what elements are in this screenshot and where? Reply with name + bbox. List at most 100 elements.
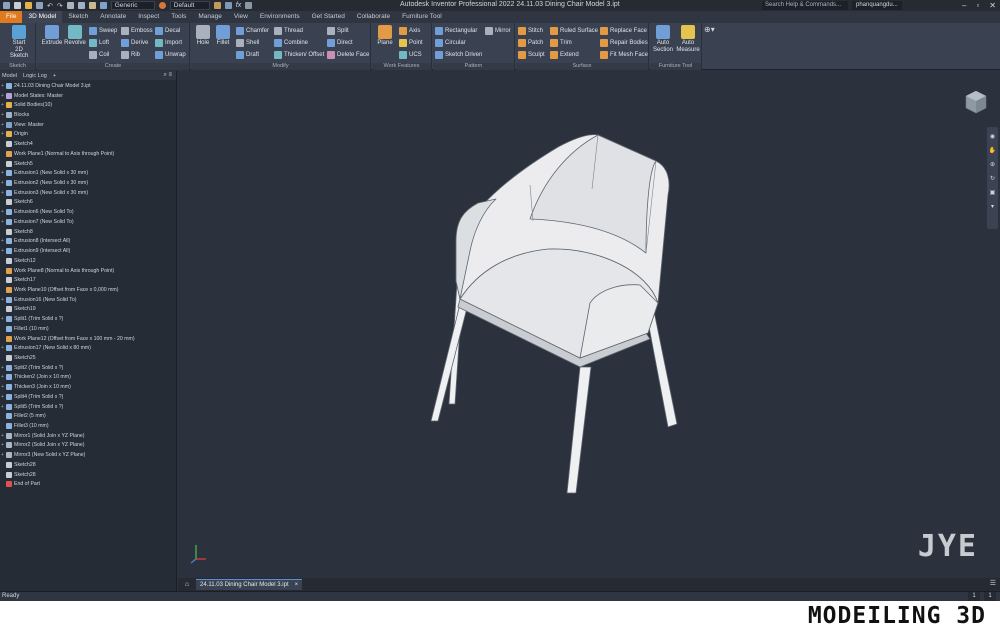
tree-expand-icon[interactable]: + bbox=[0, 297, 5, 303]
fx-parameters-icon[interactable]: fx bbox=[236, 2, 241, 9]
user-account-menu[interactable]: phanquangdu... bbox=[852, 1, 902, 10]
tab-environments[interactable]: Environments bbox=[254, 11, 306, 23]
new-file-icon[interactable] bbox=[14, 2, 21, 9]
zoom-icon[interactable]: ⊕ bbox=[990, 161, 995, 168]
ribbon-extra-dropdown-icon[interactable]: ⊕▾ bbox=[704, 25, 715, 34]
sweep-button[interactable]: Sweep bbox=[89, 25, 117, 36]
tree-expand-icon[interactable]: + bbox=[0, 452, 5, 458]
plane-button[interactable]: Plane bbox=[373, 25, 397, 47]
tree-node[interactable]: + Extrusion16 (New Solid To) bbox=[0, 295, 176, 305]
pan-icon[interactable]: ✋ bbox=[989, 147, 996, 154]
tab-furniture-tool[interactable]: Furniture Tool bbox=[396, 11, 448, 23]
tab-file[interactable]: File bbox=[0, 11, 23, 23]
auto-measure-button[interactable]: Auto Measure bbox=[676, 25, 700, 53]
tree-node[interactable]: Sketch17 bbox=[0, 275, 176, 285]
tree-node[interactable]: + Mirror1 (Solid Join x YZ Plane) bbox=[0, 431, 176, 441]
update-icon[interactable] bbox=[77, 2, 85, 9]
tree-node[interactable]: Sketch19 bbox=[0, 305, 176, 315]
tree-node[interactable]: Fillet2 (5 mm) bbox=[0, 411, 176, 421]
tree-node[interactable]: + Extrusion1 (New Solid x 30 mm) bbox=[0, 168, 176, 178]
tab-get-started[interactable]: Get Started bbox=[306, 11, 351, 23]
decal-button[interactable]: Decal bbox=[155, 25, 180, 36]
undo-icon[interactable]: ↶ bbox=[47, 2, 53, 10]
tree-expand-icon[interactable]: + bbox=[0, 112, 5, 118]
tree-expand-icon[interactable]: + bbox=[0, 248, 5, 254]
start-2d-sketch-button[interactable]: Start 2D Sketch bbox=[6, 25, 32, 60]
revolve-button[interactable]: Revolve bbox=[63, 25, 87, 47]
document-tab-close-icon[interactable]: × bbox=[295, 580, 299, 590]
circular-pattern-button[interactable]: Circular bbox=[435, 37, 466, 48]
tree-node[interactable]: Fillet3 (10 mm) bbox=[0, 421, 176, 431]
tree-node[interactable]: Sketch12 bbox=[0, 256, 176, 266]
browser-search-icon[interactable]: ⌕ ≡ bbox=[163, 72, 172, 79]
tree-expand-icon[interactable]: + bbox=[0, 102, 5, 108]
graphics-viewport[interactable]: ◉ ✋ ⊕ ↻ ▣ ▾ JYE bbox=[178, 71, 1000, 578]
close-icon[interactable]: ✕ bbox=[989, 1, 996, 10]
clear-appearance-icon[interactable] bbox=[213, 2, 221, 9]
repair-bodies-button[interactable]: Repair Bodies bbox=[600, 37, 648, 48]
tab-inspect[interactable]: Inspect bbox=[132, 11, 165, 23]
tree-node[interactable]: + Extrusion3 (New Solid x 30 mm) bbox=[0, 188, 176, 198]
browser-add-tab-icon[interactable]: + bbox=[53, 73, 56, 79]
tree-node[interactable]: + Model States: Master bbox=[0, 91, 176, 101]
tree-expand-icon[interactable]: + bbox=[0, 93, 5, 99]
tree-expand-icon[interactable]: + bbox=[0, 219, 5, 225]
draft-button[interactable]: Draft bbox=[236, 49, 259, 60]
tree-node[interactable]: + View: Master bbox=[0, 120, 176, 130]
tree-node[interactable]: Work Plane8 (Normal to Axis through Poin… bbox=[0, 266, 176, 276]
tree-expand-icon[interactable]: + bbox=[0, 404, 5, 410]
tree-node[interactable]: Sketch28 bbox=[0, 470, 176, 480]
tree-expand-icon[interactable]: + bbox=[0, 345, 5, 351]
unwrap-button[interactable]: Unwrap bbox=[155, 49, 186, 60]
replace-face-button[interactable]: Replace Face bbox=[600, 25, 647, 36]
tab-view[interactable]: View bbox=[228, 11, 254, 23]
tree-node[interactable]: + Extrusion6 (New Solid To) bbox=[0, 207, 176, 217]
tree-node[interactable]: + Thicken3 (Join x 10 mm) bbox=[0, 382, 176, 392]
rectangular-pattern-button[interactable]: Rectangular bbox=[435, 25, 477, 36]
material-dropdown[interactable]: Default bbox=[169, 1, 210, 10]
tree-node[interactable]: Sketch25 bbox=[0, 353, 176, 363]
tree-expand-icon[interactable]: + bbox=[0, 384, 5, 390]
axis-button[interactable]: Axis bbox=[399, 25, 420, 36]
tab-3d-model[interactable]: 3D Model bbox=[22, 11, 63, 23]
tree-node[interactable]: + Extrusion2 (New Solid x 30 mm) bbox=[0, 178, 176, 188]
select-icon[interactable] bbox=[66, 2, 74, 9]
fillet-button[interactable]: Fillet bbox=[211, 25, 235, 47]
tree-node[interactable]: + Extrusion17 (New Solid x 80 mm) bbox=[0, 343, 176, 353]
document-tab[interactable]: 24.11.03 Dining Chair Model 3.ipt × bbox=[196, 579, 303, 590]
tree-node[interactable]: + Thicken2 (Join x 10 mm) bbox=[0, 373, 176, 383]
tree-node[interactable]: + Split5 (Trim Solid x ?) bbox=[0, 402, 176, 412]
tree-node[interactable]: + Extrusion9 (Intersect All) bbox=[0, 246, 176, 256]
derive-button[interactable]: Derive bbox=[121, 37, 148, 48]
tree-expand-icon[interactable]: + bbox=[0, 394, 5, 400]
measure-icon[interactable] bbox=[88, 2, 96, 9]
full-navigation-wheel-icon[interactable]: ◉ bbox=[990, 133, 995, 140]
navbar-menu-icon[interactable]: ▾ bbox=[991, 203, 994, 210]
tree-expand-icon[interactable]: + bbox=[0, 190, 5, 196]
tree-node[interactable]: Sketch5 bbox=[0, 159, 176, 169]
tree-node[interactable]: Sketch6 bbox=[0, 198, 176, 208]
emboss-button[interactable]: Emboss bbox=[121, 25, 153, 36]
tree-node[interactable]: + Origin bbox=[0, 130, 176, 140]
tree-node[interactable]: Fillet1 (10 mm) bbox=[0, 324, 176, 334]
move-icon[interactable] bbox=[245, 2, 253, 9]
open-folder-icon[interactable] bbox=[25, 2, 32, 9]
tree-expand-icon[interactable]: + bbox=[0, 209, 5, 215]
tree-node[interactable]: End of Part bbox=[0, 479, 176, 489]
tree-expand-icon[interactable]: + bbox=[0, 238, 5, 244]
project-icon[interactable] bbox=[99, 2, 107, 9]
browser-tab-logic-log[interactable]: Logic Log bbox=[23, 73, 47, 79]
tree-expand-icon[interactable]: + bbox=[0, 316, 5, 322]
tree-node[interactable]: + Mirror2 (Solid Join x YZ Plane) bbox=[0, 441, 176, 451]
extrude-button[interactable]: Extrude bbox=[40, 25, 64, 47]
coil-button[interactable]: Coil bbox=[89, 49, 109, 60]
delete-face-button[interactable]: Delete Face bbox=[327, 49, 369, 60]
auto-section-button[interactable]: Auto Section bbox=[651, 25, 675, 53]
patch-button[interactable]: Patch bbox=[518, 37, 543, 48]
tree-node[interactable]: Work Plane10 (Offset from Face x 0,000 m… bbox=[0, 285, 176, 295]
help-search-input[interactable]: Search Help & Commands... bbox=[762, 1, 848, 10]
direct-button[interactable]: Direct bbox=[327, 37, 353, 48]
tree-node[interactable]: Sketch4 bbox=[0, 139, 176, 149]
tree-node[interactable]: Sketch8 bbox=[0, 227, 176, 237]
thread-button[interactable]: Thread bbox=[274, 25, 303, 36]
